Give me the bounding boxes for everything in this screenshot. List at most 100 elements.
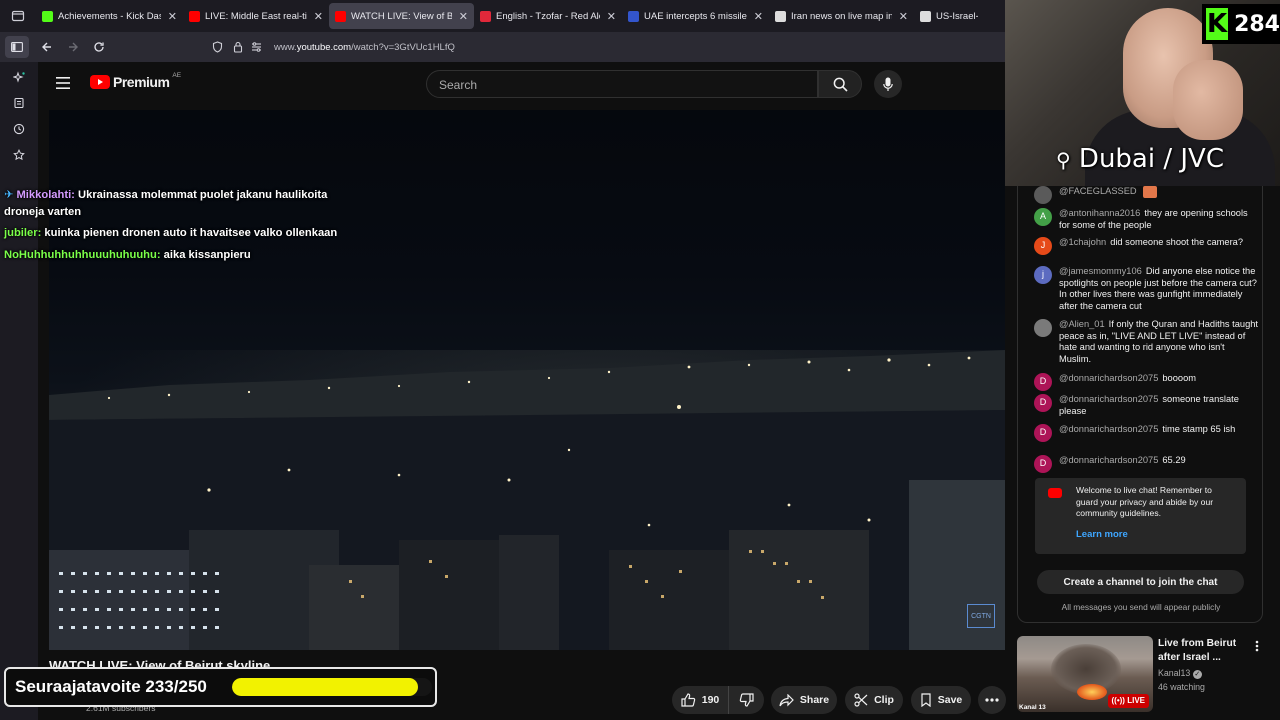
search-button[interactable] — [818, 70, 862, 98]
browser-tab[interactable]: WATCH LIVE: View of Beirut ✕ — [329, 3, 474, 29]
share-button[interactable]: Share — [771, 686, 837, 714]
microphone-icon — [883, 77, 893, 91]
shield-icon[interactable] — [204, 34, 230, 60]
sidebar-toggle-icon[interactable] — [5, 36, 29, 58]
welcome-text: Welcome to live chat! Remember to guard … — [1076, 485, 1214, 518]
address-bar[interactable]: www.youtube.com/watch?v=3GtVUc1HLfQ — [274, 42, 455, 53]
reload-icon[interactable] — [86, 34, 112, 60]
tab-favicon-icon — [480, 10, 491, 22]
tab-close-icon[interactable]: ✕ — [314, 10, 323, 23]
chat-author[interactable]: @donnarichardson2075 — [1059, 373, 1158, 383]
cgtn-watermark: CGTN — [967, 604, 995, 628]
tab-manager-icon[interactable] — [0, 0, 36, 32]
lock-icon[interactable] — [230, 34, 246, 60]
more-horizontal-icon — [985, 698, 999, 702]
chat-author[interactable]: @antonihanna2016 — [1059, 208, 1140, 218]
overlay-text-3: aika kissanpieru — [163, 249, 251, 261]
browser-tab[interactable]: English - Tzofar - Red Alert ✕ — [474, 0, 622, 32]
browser-tab[interactable]: Achievements - Kick Dashb ✕ — [36, 0, 183, 32]
voice-search-button[interactable] — [874, 70, 902, 98]
chat-message: D @donnarichardson2075 65.29 — [1034, 455, 1258, 473]
chat-avatar[interactable]: D — [1034, 373, 1052, 391]
recommended-thumbnail[interactable]: Kanal 13 ((•)) LIVE — [1017, 636, 1153, 712]
chat-avatar[interactable] — [1034, 186, 1052, 204]
dislike-button[interactable] — [728, 686, 764, 714]
chat-author[interactable]: @donnarichardson2075 — [1059, 455, 1158, 465]
forward-arrow-icon[interactable] — [60, 34, 86, 60]
recommended-channel[interactable]: Kanal13 ✓ — [1158, 668, 1202, 679]
streamer-hand — [1173, 60, 1243, 140]
create-channel-button[interactable]: Create a channel to join the chat — [1037, 570, 1244, 594]
reader-icon[interactable] — [0, 90, 38, 116]
thumbs-down-icon — [739, 693, 754, 707]
search-input[interactable]: Search — [426, 70, 818, 98]
chat-text: time stamp 65 ish — [1162, 424, 1236, 434]
chat-avatar[interactable] — [1034, 319, 1052, 337]
like-button[interactable]: 190 — [672, 686, 728, 714]
chat-author[interactable]: @donnarichardson2075 — [1059, 394, 1158, 404]
region-code: AE — [172, 72, 182, 79]
tab-title: US-Israel-I — [936, 10, 978, 22]
premium-label: Premium — [113, 74, 170, 90]
save-button[interactable]: Save — [911, 686, 971, 714]
permissions-icon[interactable] — [246, 34, 266, 60]
tab-favicon-icon — [189, 10, 200, 22]
clip-button[interactable]: Clip — [845, 686, 903, 714]
tab-favicon-icon — [335, 10, 346, 22]
bookmarks-star-icon[interactable] — [0, 142, 38, 168]
learn-more-link[interactable]: Learn more — [1076, 529, 1236, 541]
tab-close-icon[interactable]: ✕ — [754, 10, 763, 23]
overlay-user-2: jubiler: — [4, 227, 42, 239]
browser-tab[interactable]: US-Israel-I — [914, 0, 984, 32]
chat-message: D @donnarichardson2075 time stamp 65 ish — [1034, 424, 1258, 442]
overlay-chat-line-2: jubiler: kuinka pienen dronen auto it ha… — [4, 225, 337, 242]
chat-author[interactable]: @donnarichardson2075 — [1059, 424, 1158, 434]
follower-goal-fill — [232, 678, 419, 696]
chat-message: j @jamesmommy106 Did anyone else notice th… — [1034, 266, 1258, 312]
overlay-chat-line-1: ✈ Mikkolahti: Ukrainassa molemmat puolet… — [4, 189, 328, 218]
youtube-icon — [1048, 488, 1062, 498]
menu-icon[interactable] — [56, 76, 72, 90]
history-icon[interactable] — [0, 116, 38, 142]
chat-avatar[interactable]: J — [1034, 237, 1052, 255]
thumbs-up-icon — [681, 693, 695, 707]
back-arrow-icon[interactable] — [34, 34, 60, 60]
tab-favicon-icon — [920, 10, 931, 22]
chat-avatar[interactable]: j — [1034, 266, 1052, 284]
kick-logo-icon: K — [1206, 8, 1229, 40]
live-badge: ((•)) LIVE — [1107, 694, 1149, 708]
like-count: 190 — [701, 694, 720, 706]
follower-goal-widget: Seuraajatavoite 233/250 — [4, 667, 437, 707]
browser-tab[interactable]: Iran news on live map in En ✕ — [769, 0, 914, 32]
chat-avatar[interactable]: D — [1034, 424, 1052, 442]
youtube-logo[interactable]: Premium AE — [90, 72, 182, 90]
chat-avatar[interactable]: D — [1034, 455, 1052, 473]
ai-sparkle-icon[interactable] — [0, 64, 38, 90]
chat-author[interactable]: @Alien_01 — [1059, 319, 1105, 329]
chat-avatar[interactable]: A — [1034, 208, 1052, 226]
recommended-title[interactable]: Live from Beirut after Israel ... — [1158, 637, 1250, 664]
url-domain: youtube.com — [296, 41, 352, 53]
chat-author[interactable]: @FACEGLASSED — [1059, 186, 1137, 196]
browser-tab[interactable]: LIVE: Middle East real-time ✕ — [183, 0, 329, 32]
recommended-watching: 46 watching — [1158, 682, 1205, 692]
overlay-text-1b: droneja varten — [4, 206, 82, 218]
browser-tab[interactable]: UAE intercepts 6 missiles, 1 ✕ — [622, 0, 769, 32]
chat-avatar[interactable]: D — [1034, 394, 1052, 412]
tab-close-icon[interactable]: ✕ — [459, 10, 468, 23]
chat-message-body: @Alien_01 If only the Quran and Hadiths t… — [1059, 319, 1258, 365]
more-actions-button[interactable] — [978, 686, 1006, 714]
save-label: Save — [937, 694, 963, 706]
overlay-chat-line-3: NoHuhhuhhuhhuuuhuhuuhu: aika kissanpieru — [4, 247, 251, 264]
chat-author[interactable]: @1chajohn — [1059, 237, 1106, 247]
tab-close-icon[interactable]: ✕ — [899, 10, 908, 23]
kick-viewer-badge: K 284 — [1202, 4, 1280, 44]
tab-close-icon[interactable]: ✕ — [607, 10, 616, 23]
chat-message-body: @jamesmommy106 Did anyone else notice the… — [1059, 266, 1258, 312]
chat-message-body: @antonihanna2016 they are opening schools… — [1059, 208, 1258, 231]
overlay-text-1: Ukrainassa molemmat puolet jakanu haulik… — [78, 189, 328, 201]
recommended-more-icon[interactable] — [1255, 639, 1261, 653]
tab-close-icon[interactable]: ✕ — [168, 10, 177, 23]
location-pin-icon: ⚲ — [1056, 148, 1071, 172]
chat-author[interactable]: @jamesmommy106 — [1059, 266, 1142, 276]
